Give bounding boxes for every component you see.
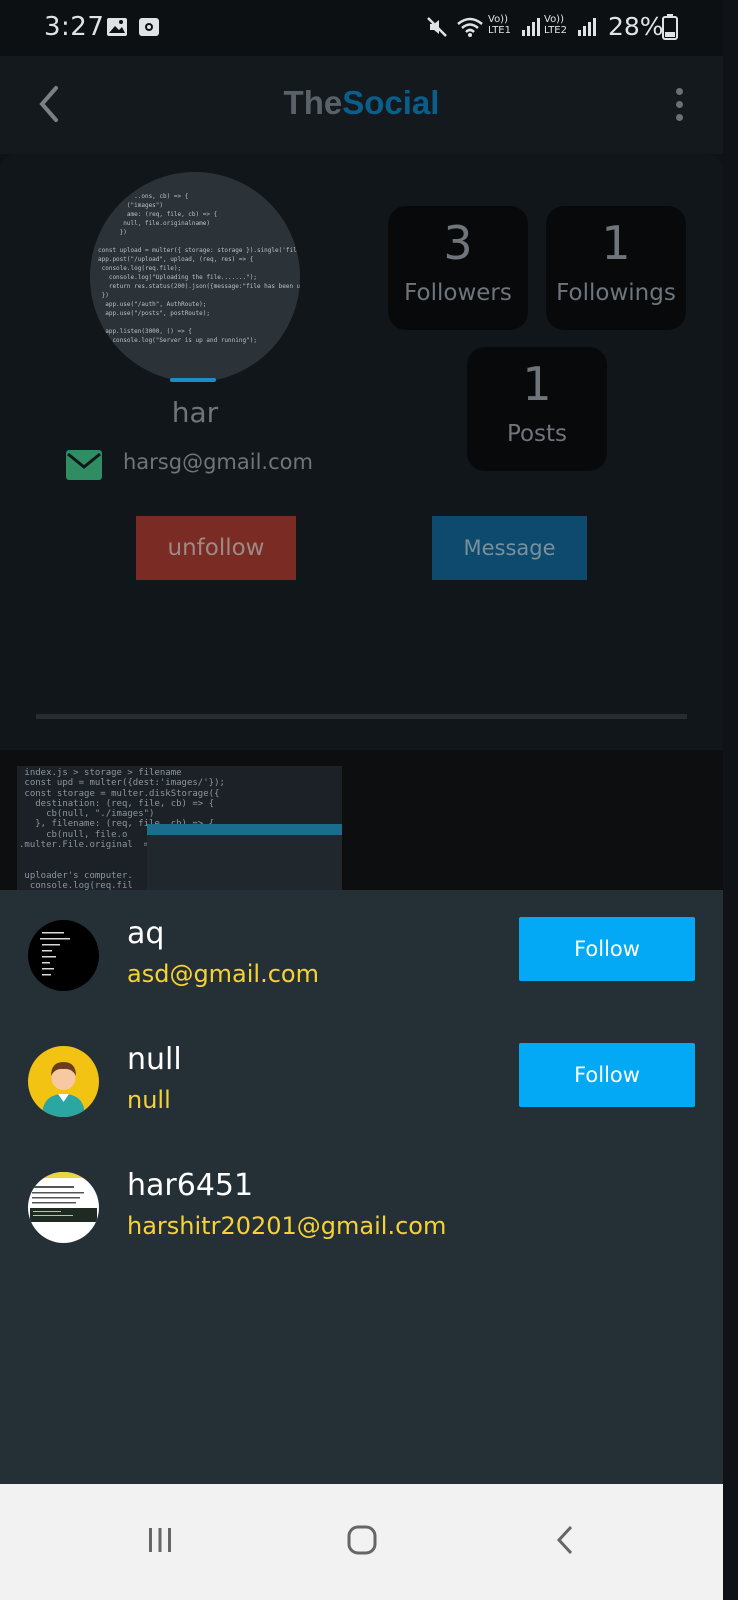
followings-label: Followings	[556, 280, 676, 306]
avatar-accent	[170, 378, 216, 382]
signal-icon-2	[578, 18, 596, 36]
profile-avatar[interactable]: ..ons, cb) => { ("images") ame: (req, fi…	[90, 172, 300, 382]
followers-sheet: aq asd@gmail.com Follow null null Follow	[0, 890, 723, 1484]
posts-stat[interactable]: 1 Posts	[467, 347, 607, 471]
wifi-icon	[457, 17, 483, 37]
back-nav-icon[interactable]	[546, 1520, 586, 1560]
posts-label: Posts	[506, 421, 568, 447]
mute-icon	[427, 17, 447, 37]
more-vert-icon[interactable]	[676, 88, 686, 124]
followers-stat[interactable]: 3 Followers	[388, 206, 528, 330]
posts-count: 1	[522, 357, 552, 411]
home-icon[interactable]	[342, 1520, 382, 1560]
avatar-code-image: ..ons, cb) => { ("images") ame: (req, fi…	[98, 193, 300, 353]
status-time: 3:27	[44, 12, 105, 42]
unfollow-button[interactable]: unfollow	[136, 516, 296, 580]
posts-feed: index.js > storage > filename const upd …	[0, 750, 723, 890]
default-person-icon	[28, 1046, 99, 1117]
lte1-indicator: Vo)) LTE1	[488, 14, 511, 36]
follow-button[interactable]: Follow	[519, 917, 695, 981]
status-bar: 3:27 Vo)) LTE1 Vo)) LTE2 28%	[0, 0, 723, 56]
gallery-icon	[107, 18, 127, 36]
user-avatar	[28, 1172, 99, 1243]
user-email: null	[127, 1086, 171, 1114]
app-title-social: Social	[342, 84, 440, 121]
profile-username: har	[171, 396, 219, 429]
app-title: TheSocial	[0, 84, 723, 122]
profile-email: harsg@gmail.com	[123, 450, 313, 474]
user-avatar	[28, 920, 99, 991]
autocomplete-popup	[147, 824, 342, 890]
user-name: null	[127, 1042, 182, 1077]
screen-record-icon	[139, 18, 159, 36]
recent-apps-icon[interactable]	[140, 1520, 180, 1560]
system-nav-bar	[0, 1484, 723, 1600]
profile-card: ..ons, cb) => { ("images") ame: (req, fi…	[0, 154, 723, 750]
signal-icon	[522, 18, 540, 36]
followings-count: 1	[601, 216, 631, 270]
user-name: aq	[127, 916, 165, 951]
app-bar: TheSocial	[0, 56, 723, 154]
list-item[interactable]: null null Follow	[0, 1042, 723, 1156]
list-item[interactable]: har6451 harshitr20201@gmail.com	[0, 1168, 723, 1282]
user-name: har6451	[127, 1168, 254, 1203]
battery-percent: 28%	[608, 12, 664, 41]
divider	[36, 714, 687, 719]
lte2-indicator: Vo)) LTE2	[544, 14, 567, 36]
post-thumbnail[interactable]: index.js > storage > filename const upd …	[17, 766, 342, 890]
followers-count: 3	[443, 216, 473, 270]
user-email: asd@gmail.com	[127, 960, 319, 988]
message-button[interactable]: Message	[432, 516, 587, 580]
followings-stat[interactable]: 1 Followings	[546, 206, 686, 330]
user-email: harshitr20201@gmail.com	[127, 1212, 447, 1240]
list-item[interactable]: aq asd@gmail.com Follow	[0, 916, 723, 1030]
mail-icon	[66, 450, 102, 480]
followers-label: Followers	[404, 280, 512, 306]
battery-icon	[662, 14, 678, 40]
app-title-the: The	[283, 84, 343, 121]
follow-button[interactable]: Follow	[519, 1043, 695, 1107]
